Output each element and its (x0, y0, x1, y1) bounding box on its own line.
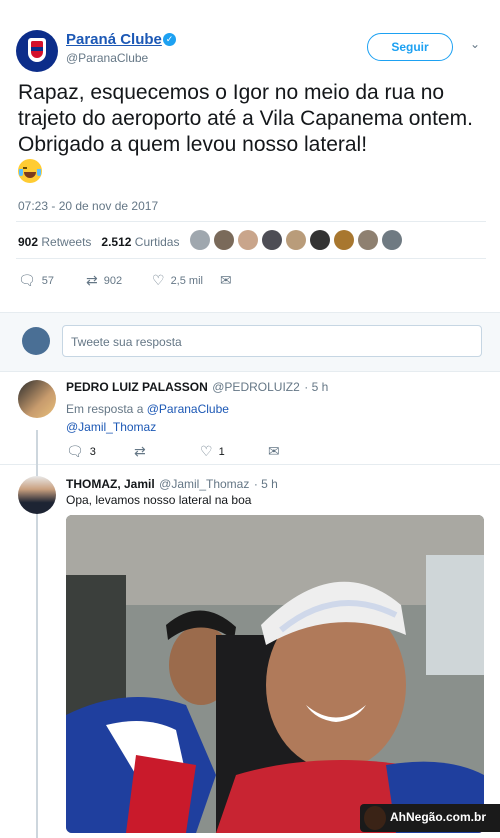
likes-count[interactable]: 2.512 (101, 235, 131, 249)
retweet-icon: ⇄ (86, 272, 98, 288)
reply-icon: 🗨 (66, 443, 84, 459)
follow-button[interactable]: Seguir (367, 33, 453, 61)
author-name[interactable]: Paraná Clube (66, 31, 162, 48)
liker-avatar[interactable] (382, 230, 402, 250)
envelope-icon: ✉ (268, 443, 280, 459)
like-action[interactable]: ♡ 2,5 mil (152, 272, 203, 289)
tears-of-joy-emoji-icon (18, 159, 42, 184)
in-reply-prefix: Em resposta a (66, 402, 144, 416)
in-reply-to: Em resposta a @ParanaClube (66, 402, 229, 416)
reply-icon: 🗨 (18, 272, 36, 288)
selfie-photo[interactable] (66, 515, 484, 833)
reply-count: 57 (41, 274, 55, 287)
author-handle[interactable]: @ParanaClube (66, 51, 148, 65)
site-watermark: AhNegão.com.br (360, 804, 500, 832)
likers-avatars (190, 230, 402, 250)
tweet-timestamp[interactable]: 07:23 - 20 de nov de 2017 (18, 199, 158, 213)
divider (16, 221, 486, 222)
reply-header: PEDRO LUIZ PALASSON @PEDROLUIZ2 · 5 h (66, 378, 328, 396)
liker-avatar[interactable] (190, 230, 210, 250)
engagement-stats: 902 Retweets 2.512 Curtidas (18, 235, 179, 249)
reply-message-action[interactable]: ✉ (268, 443, 280, 460)
likes-label[interactable]: Curtidas (135, 235, 180, 249)
reply-text[interactable]: @Jamil_Thomaz (66, 420, 156, 434)
liker-avatar[interactable] (334, 230, 354, 250)
retweet-icon: ⇄ (134, 443, 146, 459)
reply-time[interactable]: · 5 h (254, 477, 278, 491)
selfie-photo-image (66, 515, 484, 833)
retweets-label[interactable]: Retweets (41, 235, 91, 249)
heart-icon: ♡ (152, 272, 165, 288)
reply-author-name[interactable]: THOMAZ, Jamil (66, 477, 155, 491)
reply-avatar-thomaz[interactable] (18, 476, 56, 514)
reply-avatar-pedro[interactable] (18, 380, 56, 418)
parana-clube-avatar[interactable] (16, 30, 58, 72)
in-reply-link[interactable]: @ParanaClube (147, 402, 229, 416)
tweet-body: Rapaz, esquecemos o Igor no meio da rua … (18, 81, 473, 156)
liker-avatar[interactable] (262, 230, 282, 250)
retweets-count[interactable]: 902 (18, 235, 38, 249)
liker-avatar[interactable] (358, 230, 378, 250)
reply-time[interactable]: · 5 h (304, 380, 328, 394)
reply-author-handle[interactable]: @PEDROLUIZ2 (212, 380, 300, 394)
liker-avatar[interactable] (286, 230, 306, 250)
reply-text: Opa, levamos nosso lateral na boa (66, 493, 252, 507)
liker-avatar[interactable] (238, 230, 258, 250)
reply-reply-action[interactable]: 🗨 3 (66, 443, 96, 460)
club-crest-icon (28, 38, 46, 62)
tweet-text: Rapaz, esquecemos o Igor no meio da rua … (18, 80, 488, 184)
liker-avatar[interactable] (310, 230, 330, 250)
watermark-text: AhNegão.com.br (390, 810, 487, 824)
reply-author-name[interactable]: PEDRO LUIZ PALASSON (66, 380, 208, 394)
retweet-action[interactable]: ⇄ 902 (86, 272, 122, 289)
envelope-icon: ✉ (220, 272, 232, 288)
user-avatar[interactable] (22, 327, 50, 355)
divider (0, 464, 500, 465)
message-action[interactable]: ✉ (220, 272, 232, 289)
verified-badge-icon: ✓ (163, 33, 176, 46)
chevron-down-icon[interactable]: ⌄ (470, 37, 480, 51)
liker-avatar[interactable] (214, 230, 234, 250)
reply-input[interactable]: Tweete sua resposta (62, 325, 482, 357)
reply-like-action[interactable]: ♡ 1 (200, 443, 225, 460)
reply-retweet-action[interactable]: ⇄ (134, 443, 146, 460)
reply-author-handle[interactable]: @Jamil_Thomaz (159, 477, 249, 491)
like-count: 2,5 mil (170, 274, 203, 287)
reply-action[interactable]: 🗨 57 (18, 272, 54, 289)
reply-reply-count: 3 (89, 445, 96, 458)
heart-icon: ♡ (200, 443, 213, 459)
reply-header: THOMAZ, Jamil @Jamil_Thomaz · 5 h (66, 475, 278, 493)
divider (16, 258, 486, 259)
retweet-count: 902 (103, 274, 123, 287)
mascot-logo-icon (364, 806, 386, 830)
reply-like-count: 1 (218, 445, 225, 458)
